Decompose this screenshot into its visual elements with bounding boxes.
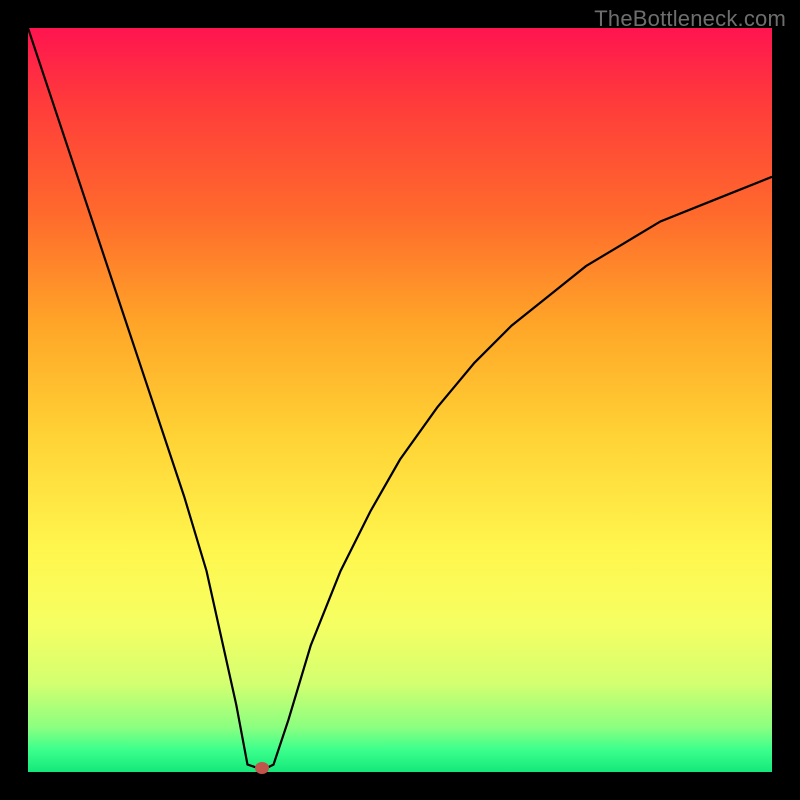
plot-area xyxy=(28,28,772,772)
curve-svg xyxy=(28,28,772,772)
min-point-marker xyxy=(255,762,269,774)
chart-frame: TheBottleneck.com xyxy=(0,0,800,800)
bottleneck-curve xyxy=(28,28,772,768)
